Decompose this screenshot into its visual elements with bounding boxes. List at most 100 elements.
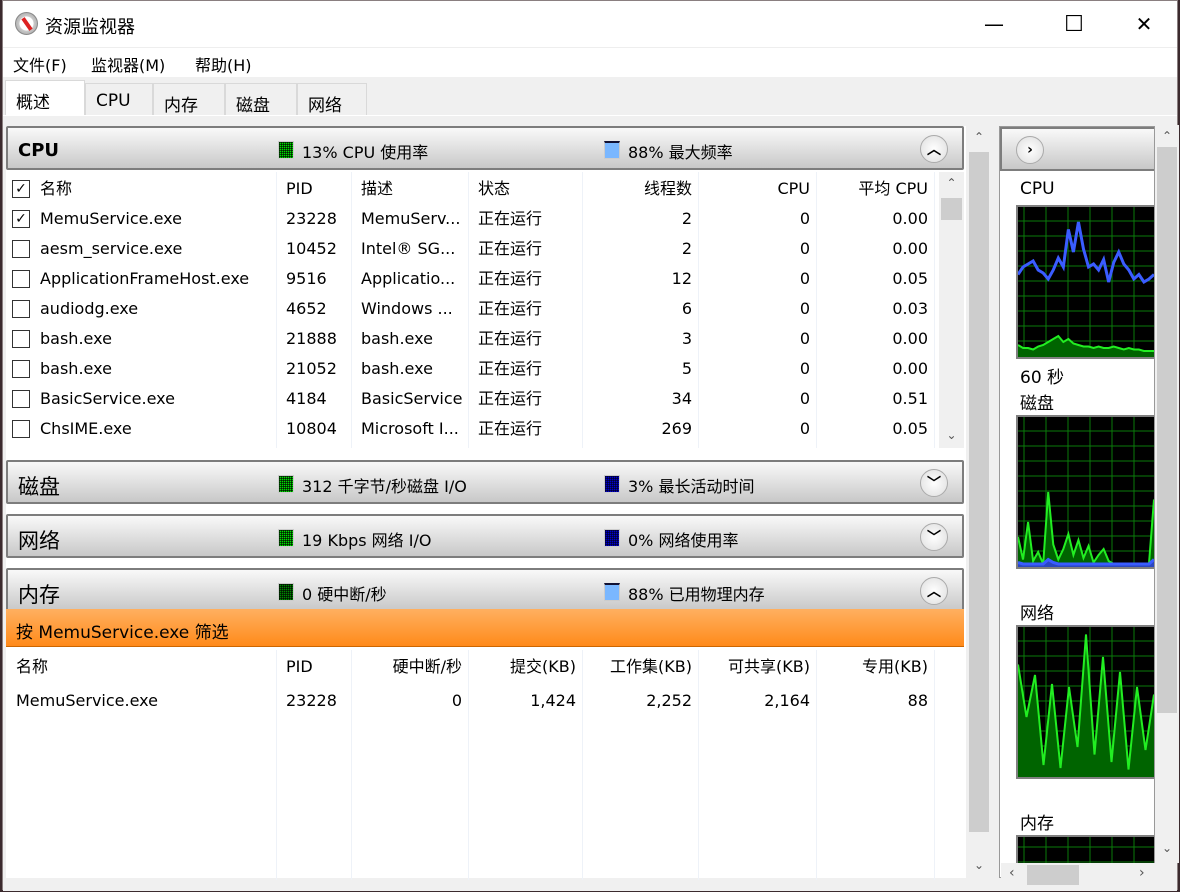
col-private[interactable]: 专用(KB): [820, 652, 928, 682]
graph-panel-header: ›: [1000, 127, 1154, 171]
cpu-section-header[interactable]: CPU 13% CPU 使用率 88% 最大频率 ︿: [6, 126, 964, 170]
process-desc: MemuServ...: [361, 209, 461, 228]
process-cpu: 0: [799, 299, 810, 318]
scroll-thumb[interactable]: [941, 198, 962, 220]
graph-panel-vscrollbar[interactable]: ⌃ ⌄: [1155, 125, 1179, 863]
process-avg: 0.05: [892, 269, 928, 288]
process-checkbox[interactable]: [12, 240, 30, 258]
memory-section-header[interactable]: 内存 0 硬中断/秒 88% 已用物理内存 ︿: [6, 568, 964, 612]
process-status: 正在运行: [478, 209, 543, 228]
main-scrollbar[interactable]: ⌃ ⌄: [966, 126, 992, 878]
cpu-frequency-indicator-icon: [604, 141, 620, 159]
process-checkbox[interactable]: [12, 390, 30, 408]
process-checkbox[interactable]: [12, 360, 30, 378]
col-cpu[interactable]: CPU: [702, 174, 810, 204]
menu-monitor[interactable]: 监视器(M): [91, 52, 165, 76]
cpu-process-table: ✓ 名称 PID 描述 状态 线程数 CPU 平均 CPU ✓ MemuServi…: [6, 172, 938, 448]
col-pid[interactable]: PID: [286, 174, 313, 204]
scroll-thumb[interactable]: [1027, 865, 1079, 885]
disk-graph-label: 磁盘: [1020, 394, 1054, 414]
col-shareable[interactable]: 可共享(KB): [702, 652, 810, 682]
scroll-down-icon[interactable]: ⌄: [1155, 841, 1179, 855]
working-set-value: 2,252: [646, 691, 692, 710]
process-status: 正在运行: [478, 419, 543, 438]
cpu-table-scrollbar[interactable]: ⌃ ⌄: [939, 172, 964, 448]
memory-section-title: 内存: [18, 583, 60, 607]
table-row[interactable]: ChsIME.exe 10804 Microsoft I... 正在运行 269 0 0.0…: [6, 414, 938, 444]
scroll-thumb[interactable]: [1157, 147, 1177, 713]
process-avg: 0.51: [892, 389, 928, 408]
process-pid: 21052: [286, 359, 337, 378]
table-row[interactable]: BasicService.exe 4184 BasicService 正在运行 34 0 0…: [6, 384, 938, 414]
memory-table-header: 名称 PID 硬中断/秒 提交(KB) 工作集(KB) 可共享(KB) 专用(K…: [6, 652, 938, 682]
tab-disk[interactable]: 磁盘: [225, 83, 297, 116]
col-name[interactable]: 名称: [40, 174, 72, 204]
col-pid[interactable]: PID: [286, 652, 313, 682]
process-desc: Applicatio...: [361, 269, 456, 288]
process-checkbox[interactable]: ✓: [12, 210, 30, 228]
scroll-up-icon[interactable]: ⌃: [939, 176, 964, 190]
col-working-set[interactable]: 工作集(KB): [586, 652, 692, 682]
col-hard-faults[interactable]: 硬中断/秒: [356, 652, 462, 682]
network-section-title: 网络: [18, 529, 60, 553]
scroll-up-icon[interactable]: ⌃: [1155, 129, 1179, 143]
cpu-usage-text: 13% CPU 使用率: [302, 143, 429, 162]
expand-chevron-down-icon[interactable]: ﹀: [920, 523, 948, 551]
table-row[interactable]: bash.exe 21052 bash.exe 正在运行 5 0 0.00: [6, 354, 938, 384]
network-section-header[interactable]: 网络 19 Kbps 网络 I/O 0% 网络使用率 ﹀: [6, 514, 964, 558]
memory-filter-bar: 按 MemuService.exe 筛选: [6, 609, 964, 647]
col-name[interactable]: 名称: [16, 652, 48, 682]
scroll-up-icon[interactable]: ⌃: [966, 130, 992, 144]
col-commit[interactable]: 提交(KB): [472, 652, 576, 682]
close-button[interactable]: ✕: [1109, 1, 1179, 47]
disk-graph: [1016, 415, 1154, 569]
chevron-right-icon[interactable]: ›: [1016, 136, 1044, 164]
scroll-down-icon[interactable]: ⌄: [939, 428, 964, 442]
scroll-right-icon[interactable]: ›: [1139, 865, 1145, 881]
select-all-checkbox[interactable]: ✓: [12, 180, 30, 198]
process-checkbox[interactable]: [12, 270, 30, 288]
process-name: bash.exe: [40, 359, 112, 378]
minimize-button[interactable]: —: [959, 1, 1029, 47]
process-name: BasicService.exe: [40, 389, 175, 408]
process-threads: 269: [661, 419, 692, 438]
process-checkbox[interactable]: [12, 330, 30, 348]
maximize-button[interactable]: ☐: [1039, 1, 1109, 47]
menu-help[interactable]: 帮助(H): [195, 52, 252, 76]
resource-monitor-window: 资源监视器 — ☐ ✕ 文件(F) 监视器(M) 帮助(H) 概述 CPU 内存…: [2, 0, 1179, 891]
table-row[interactable]: bash.exe 21888 bash.exe 正在运行 3 0 0.00: [6, 324, 938, 354]
graph-panel-hscrollbar[interactable]: ‹ ›: [1001, 863, 1155, 887]
col-desc[interactable]: 描述: [361, 174, 393, 204]
disk-section-header[interactable]: 磁盘 312 千字节/秒磁盘 I/O 3% 最长活动时间 ﹀: [6, 460, 964, 504]
tab-memory[interactable]: 内存: [153, 83, 225, 116]
col-avg-cpu[interactable]: 平均 CPU: [820, 174, 928, 204]
disk-io-indicator-icon: [278, 475, 294, 493]
table-row[interactable]: audiodg.exe 4652 Windows ... 正在运行 6 0 0.03: [6, 294, 938, 324]
tab-network[interactable]: 网络: [297, 83, 367, 116]
scroll-down-icon[interactable]: ⌄: [966, 858, 992, 872]
process-checkbox[interactable]: [12, 420, 30, 438]
physical-memory-text: 88% 已用物理内存: [628, 585, 765, 604]
left-panel: CPU 13% CPU 使用率 88% 最大频率 ︿ ✓ 名称 PID 描述 状…: [6, 126, 966, 880]
process-threads: 3: [681, 329, 692, 348]
tab-cpu[interactable]: CPU: [85, 83, 153, 115]
process-name: ApplicationFrameHost.exe: [40, 269, 250, 288]
collapse-chevron-up-icon[interactable]: ︿: [920, 135, 948, 163]
process-checkbox[interactable]: [12, 300, 30, 318]
collapse-chevron-up-icon[interactable]: ︿: [920, 577, 948, 605]
expand-chevron-down-icon[interactable]: ﹀: [920, 469, 948, 497]
process-avg: 0.05: [892, 419, 928, 438]
scroll-thumb[interactable]: [969, 152, 989, 832]
table-row[interactable]: ✓ MemuService.exe 23228 MemuServ... 正在运行 2 0 0.…: [6, 204, 938, 234]
col-threads[interactable]: 线程数: [586, 174, 692, 204]
col-status[interactable]: 状态: [478, 174, 510, 204]
table-row[interactable]: ApplicationFrameHost.exe 9516 Applicatio..…: [6, 264, 938, 294]
table-row[interactable]: MemuService.exe 23228 0 1,424 2,252 2,16…: [6, 686, 938, 716]
table-row[interactable]: aesm_service.exe 10452 Intel® SG... 正在运行 2 0 0…: [6, 234, 938, 264]
process-threads: 34: [671, 389, 692, 408]
cpu-usage-indicator-icon: [278, 141, 294, 159]
tab-overview[interactable]: 概述: [5, 80, 85, 116]
memory-process-table: 名称 PID 硬中断/秒 提交(KB) 工作集(KB) 可共享(KB) 专用(K…: [6, 650, 938, 880]
scroll-left-icon[interactable]: ‹: [1009, 865, 1015, 881]
menu-file[interactable]: 文件(F): [13, 52, 67, 76]
